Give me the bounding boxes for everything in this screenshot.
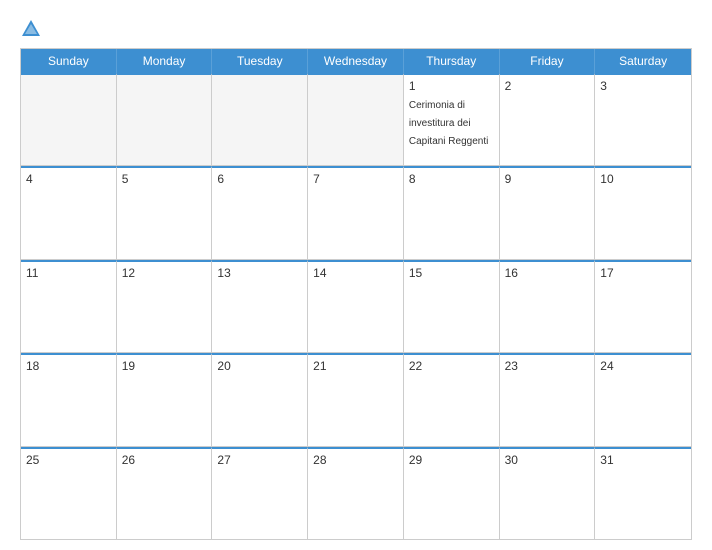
day-number: 24	[600, 359, 686, 373]
day-number: 1	[409, 79, 494, 93]
day-number: 6	[217, 172, 302, 186]
day-number: 23	[505, 359, 590, 373]
day-number: 2	[505, 79, 590, 93]
day-number: 21	[313, 359, 398, 373]
day-cell: 30	[500, 447, 596, 539]
day-header-tuesday: Tuesday	[212, 49, 308, 73]
day-cell: 31	[595, 447, 691, 539]
day-number: 26	[122, 453, 207, 467]
week-row-4: 18 19 20 21 22 23 24	[21, 353, 691, 446]
day-header-thursday: Thursday	[404, 49, 500, 73]
day-cell: 3	[595, 73, 691, 165]
header	[20, 18, 692, 40]
day-cell: 26	[117, 447, 213, 539]
day-number: 20	[217, 359, 302, 373]
day-number: 15	[409, 266, 494, 280]
day-number: 13	[217, 266, 302, 280]
day-number: 16	[505, 266, 590, 280]
day-cell: 6	[212, 166, 308, 258]
week-row-5: 25 26 27 28 29 30 31	[21, 447, 691, 539]
day-cell: 23	[500, 353, 596, 445]
day-number: 14	[313, 266, 398, 280]
day-number: 31	[600, 453, 686, 467]
calendar: SundayMondayTuesdayWednesdayThursdayFrid…	[20, 48, 692, 540]
day-number: 30	[505, 453, 590, 467]
day-cell: 25	[21, 447, 117, 539]
day-number: 9	[505, 172, 590, 186]
day-number: 28	[313, 453, 398, 467]
day-header-friday: Friday	[500, 49, 596, 73]
day-cell: 14	[308, 260, 404, 352]
day-cell: 13	[212, 260, 308, 352]
week-row-1: 1 Cerimonia di investitura dei Capitani R…	[21, 73, 691, 166]
day-cell: 12	[117, 260, 213, 352]
day-cell: 21	[308, 353, 404, 445]
week-row-2: 456789 10	[21, 166, 691, 259]
day-cell: 19	[117, 353, 213, 445]
day-cell: 20	[212, 353, 308, 445]
day-cell	[117, 73, 213, 165]
day-cell: 4	[21, 166, 117, 258]
day-header-monday: Monday	[117, 49, 213, 73]
day-number: 11	[26, 266, 111, 280]
day-number: 19	[122, 359, 207, 373]
calendar-page: SundayMondayTuesdayWednesdayThursdayFrid…	[0, 0, 712, 550]
weeks-container: 1 Cerimonia di investitura dei Capitani R…	[21, 73, 691, 539]
day-cell	[308, 73, 404, 165]
day-number: 12	[122, 266, 207, 280]
day-cell: 28	[308, 447, 404, 539]
day-cell: 10	[595, 166, 691, 258]
day-number: 10	[600, 172, 686, 186]
day-cell: 22	[404, 353, 500, 445]
day-number: 29	[409, 453, 494, 467]
day-number: 22	[409, 359, 494, 373]
day-header-saturday: Saturday	[595, 49, 691, 73]
logo-icon	[20, 18, 42, 40]
logo	[20, 18, 46, 40]
day-number: 27	[217, 453, 302, 467]
day-header-wednesday: Wednesday	[308, 49, 404, 73]
day-number: 5	[122, 172, 207, 186]
day-cell	[212, 73, 308, 165]
day-cell: 18	[21, 353, 117, 445]
day-cell: 5	[117, 166, 213, 258]
day-cell: 1 Cerimonia di investitura dei Capitani R…	[404, 73, 500, 165]
day-number: 7	[313, 172, 398, 186]
day-number: 18	[26, 359, 111, 373]
day-cell: 11	[21, 260, 117, 352]
day-cell: 29	[404, 447, 500, 539]
day-cell: 15	[404, 260, 500, 352]
event-text: Cerimonia di investitura dei Capitani Re…	[409, 100, 489, 147]
day-cell: 2	[500, 73, 596, 165]
day-header-sunday: Sunday	[21, 49, 117, 73]
day-cell: 24	[595, 353, 691, 445]
day-headers-row: SundayMondayTuesdayWednesdayThursdayFrid…	[21, 49, 691, 73]
day-number: 25	[26, 453, 111, 467]
day-cell: 9	[500, 166, 596, 258]
day-number: 3	[600, 79, 686, 93]
day-number: 8	[409, 172, 494, 186]
day-cell: 17	[595, 260, 691, 352]
week-row-3: 11 12 13 14 15 16 17	[21, 260, 691, 353]
day-cell: 16	[500, 260, 596, 352]
day-cell: 8	[404, 166, 500, 258]
day-cell	[21, 73, 117, 165]
day-number: 17	[600, 266, 686, 280]
day-cell: 7	[308, 166, 404, 258]
day-cell: 27	[212, 447, 308, 539]
day-number: 4	[26, 172, 111, 186]
